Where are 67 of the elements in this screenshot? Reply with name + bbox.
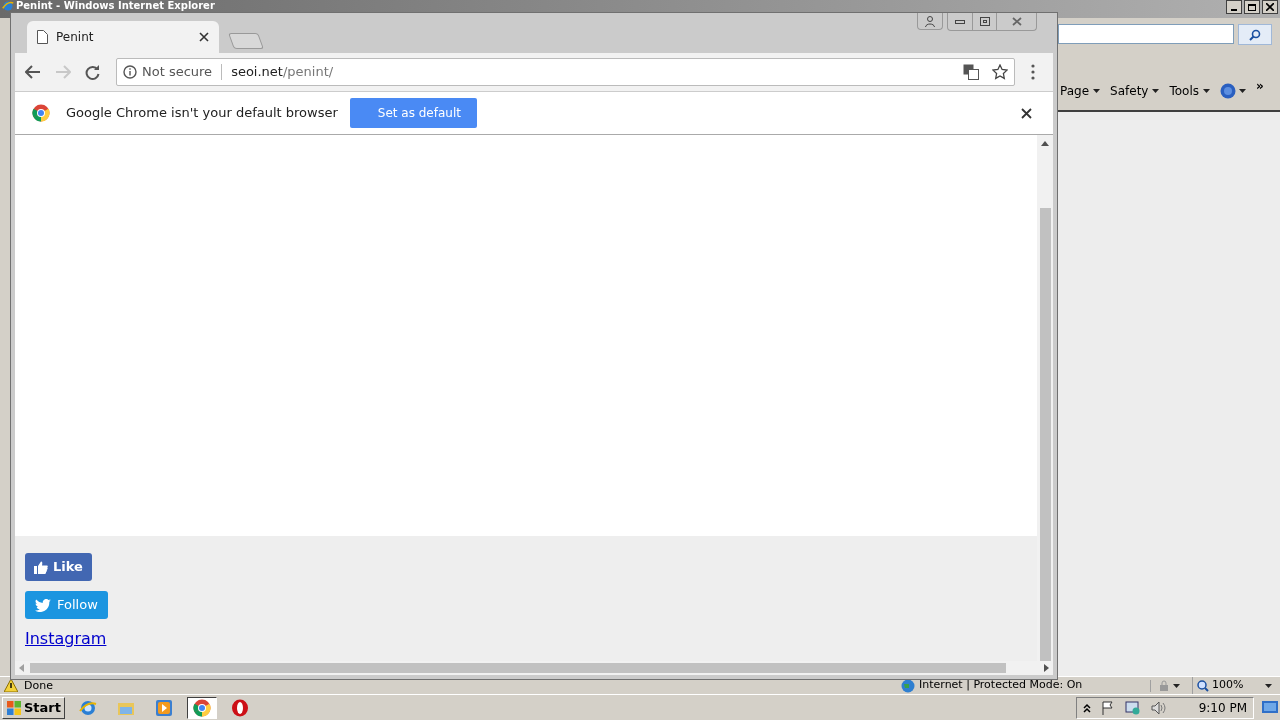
chrome-logo-icon [193,698,211,717]
toolbar-menu-button[interactable]: Safety [1110,82,1160,100]
show-desktop-icon[interactable] [1262,700,1278,715]
opera-icon [231,698,249,717]
caret-icon [1239,89,1246,93]
caret-icon [1172,683,1180,688]
back-arrow-icon[interactable] [25,65,41,79]
search-field[interactable] [1058,24,1234,44]
chevron-up-icon[interactable] [1083,702,1091,713]
globe-icon [901,678,915,693]
close-icon [1011,17,1022,26]
search-button[interactable] [1238,24,1272,45]
info-icon [123,65,137,79]
lock-icon [1157,679,1170,692]
vertical-scrollbar[interactable] [1037,135,1053,661]
close-icon [1266,3,1274,11]
zoom-button[interactable]: 100% [1192,677,1272,694]
speaker-icon[interactable] [1151,700,1167,715]
caret-icon [1265,683,1272,688]
right-arrow-icon[interactable] [1044,664,1049,672]
zone-text: Internet | Protected Mode: On [919,677,1083,694]
taskbar-button[interactable] [187,696,217,719]
profile-button[interactable] [917,13,943,30]
infobar-message: Google Chrome isn't your default browser [66,104,338,123]
address-bar[interactable]: Not secure seoi.net/penint/ [116,58,1015,86]
caret-icon [1093,89,1101,93]
horizontal-scrollbar[interactable] [15,661,1053,675]
browser-tab[interactable]: Penint [27,21,219,53]
close-icon[interactable] [1021,107,1032,119]
zoom-icon [1197,679,1209,692]
warning-icon [4,679,18,692]
help-button[interactable] [1220,83,1246,99]
flag-icon[interactable] [1101,700,1115,715]
thumbs-up-icon [34,560,48,574]
close-icon[interactable] [199,32,209,42]
toolbar-menu-button[interactable]: Page [1060,82,1101,100]
help-icon [1220,83,1236,99]
instagram-link[interactable]: Instagram [25,627,107,651]
security-label: Not secure [142,63,213,82]
url-text: seoi.net/penint/ [231,63,335,82]
close-button[interactable] [1262,0,1278,14]
search-icon [1249,28,1261,41]
menu-icon[interactable] [1031,64,1035,80]
overflow-chevron[interactable]: » [1256,80,1264,92]
browser-e-icon [2,0,14,12]
page-icon [37,30,48,44]
toolbar-menu-button[interactable]: Tools [1169,82,1210,100]
restore-button[interactable] [1244,0,1260,14]
minimize-button[interactable] [1226,0,1242,14]
reload-icon[interactable] [85,64,100,80]
star-icon[interactable] [992,64,1008,80]
caret-icon [1152,89,1160,93]
chrome-logo-icon [32,104,50,122]
window-title: Penint - Windows Internet Explorer [16,0,215,11]
bird-icon [35,598,51,612]
caret-icon [1203,89,1210,93]
person-icon [925,15,935,27]
start-button[interactable]: Start [2,696,65,719]
like-button[interactable]: Like [25,553,92,581]
tab-title: Penint [56,29,95,46]
play-icon [155,698,173,717]
windows-logo-icon [6,699,22,716]
translate-icon[interactable] [963,64,979,80]
browser-e-icon [79,698,97,717]
status-text: Done [24,679,54,692]
up-arrow-icon[interactable] [1041,141,1049,146]
clock: 9:10 PM [1198,699,1247,717]
